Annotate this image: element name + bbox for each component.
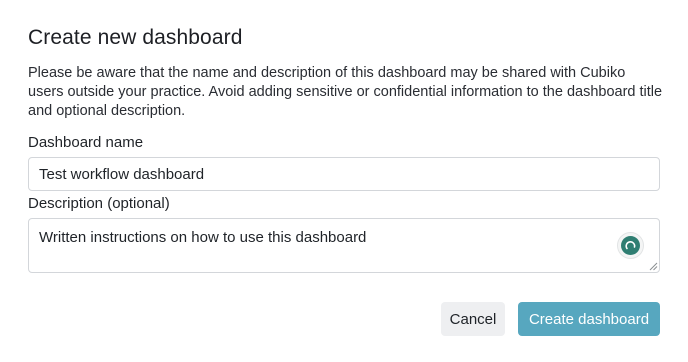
assistant-arc-icon bbox=[625, 241, 636, 250]
privacy-notice: Please be aware that the name and descri… bbox=[28, 65, 663, 119]
create-dashboard-button[interactable]: Create dashboard bbox=[518, 302, 660, 336]
dashboard-name-label: Dashboard name bbox=[28, 134, 144, 151]
grammar-assistant-icon-inner bbox=[621, 236, 640, 255]
grammar-assistant-icon[interactable] bbox=[617, 232, 644, 259]
resize-grip-icon[interactable] bbox=[649, 262, 658, 271]
cancel-button[interactable]: Cancel bbox=[441, 302, 505, 336]
create-dashboard-dialog: Create new dashboard Please be aware tha… bbox=[0, 0, 688, 362]
description-label: Description (optional) bbox=[28, 195, 170, 212]
description-textarea[interactable]: Written instructions on how to use this … bbox=[28, 218, 660, 273]
dashboard-name-input[interactable] bbox=[28, 157, 660, 191]
dialog-title: Create new dashboard bbox=[28, 26, 243, 49]
description-field: Written instructions on how to use this … bbox=[28, 218, 660, 273]
